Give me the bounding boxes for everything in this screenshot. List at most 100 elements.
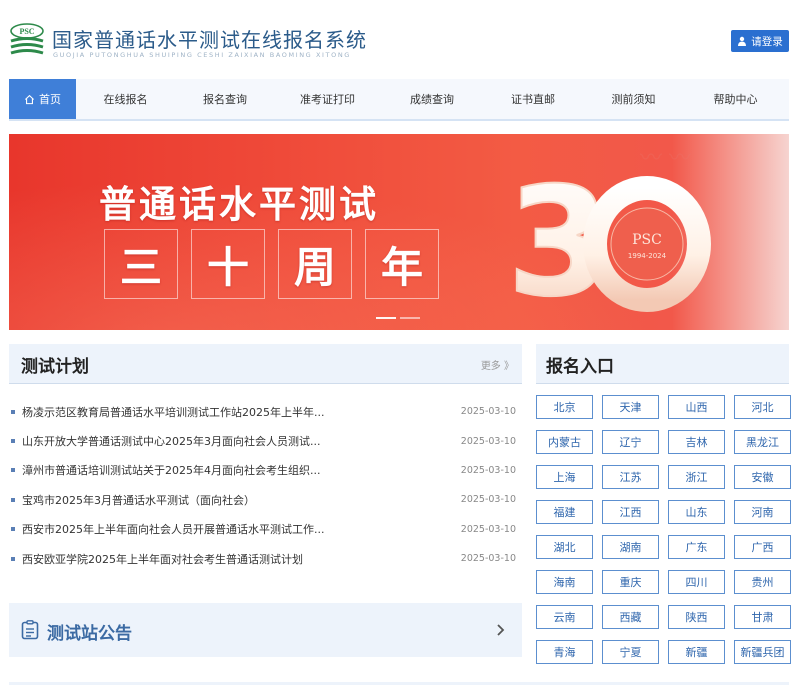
nav-label: 成绩查询 [410, 93, 454, 106]
plan-item-text: 宝鸡市2025年3月普通话水平测试（面向社会） [22, 493, 255, 507]
plan-item-text: 西安市2025年上半年面向社会人员开展普通话水平测试工作... [22, 523, 325, 537]
nav-item-home[interactable]: 首页 [9, 79, 76, 119]
banner-char: 十 [191, 229, 265, 299]
region-button[interactable]: 河北 [734, 395, 791, 419]
login-label: 请登录 [751, 35, 783, 48]
pager-dot[interactable] [376, 317, 396, 319]
notice-title: 测试站公告 [47, 624, 132, 644]
plan-item-text: 山东开放大学普通话测试中心2025年3月面向社会人员测试... [22, 435, 321, 449]
plan-item-date: 2025-03-10 [460, 464, 516, 476]
nav-item-certificate-mail[interactable]: 证书直邮 [484, 79, 582, 119]
region-button[interactable]: 山西 [668, 395, 725, 419]
nav-item-online-registration[interactable]: 在线报名 [76, 79, 175, 119]
region-button[interactable]: 黑龙江 [734, 430, 791, 454]
thirty-anniversary-graphic: 3 PSC 1994-2024 [506, 166, 711, 316]
nav-label: 测前须知 [611, 93, 656, 106]
psc-logo[interactable]: PSC [8, 22, 46, 60]
region-button[interactable]: 江西 [602, 500, 659, 524]
plan-item-date: 2025-03-10 [460, 406, 516, 418]
banner-char: 周 [278, 229, 352, 299]
region-button[interactable]: 新疆兵团 [734, 640, 791, 664]
bullet-icon [11, 527, 15, 532]
nav-label: 报名查询 [203, 93, 247, 106]
document-icon [21, 620, 39, 640]
banner-title: 普通话水平测试 [99, 182, 379, 226]
region-button[interactable]: 西藏 [602, 605, 659, 629]
region-button[interactable]: 青海 [536, 640, 593, 664]
region-button[interactable]: 安徽 [734, 465, 791, 489]
region-button[interactable]: 宁夏 [602, 640, 659, 664]
region-button[interactable]: 广东 [668, 535, 725, 559]
region-button[interactable]: 河南 [734, 500, 791, 524]
plan-item-date: 2025-03-10 [460, 523, 516, 535]
plan-item-text: 漳州市普通话培训测试站关于2025年4月面向社会考生组织... [22, 464, 321, 478]
plan-item-date: 2025-03-10 [460, 553, 516, 565]
region-button[interactable]: 福建 [536, 500, 593, 524]
nav-item-score-query[interactable]: 成绩查询 [380, 79, 484, 119]
list-item[interactable]: 杨凌示范区教育局普通话水平培训测试工作站2025年上半年... 2025-03-1… [9, 397, 522, 426]
list-item[interactable]: 漳州市普通话培训测试站关于2025年4月面向社会考生组织... 2025-03-1… [9, 456, 522, 485]
list-item[interactable]: 西安欧亚学院2025年上半年面对社会考生普通话测试计划 2025-03-10 [9, 544, 522, 573]
home-icon [24, 94, 35, 104]
chevron-right-icon [497, 624, 505, 636]
region-button[interactable]: 贵州 [734, 570, 791, 594]
site-header: PSC 国家普通话水平测试在线报名系统 GUOJIA PUTONGHUA SHU… [0, 0, 800, 72]
region-button[interactable]: 重庆 [602, 570, 659, 594]
plan-title: 测试计划 [21, 357, 89, 377]
nav-item-admission-ticket[interactable]: 准考证打印 [275, 79, 380, 119]
region-button[interactable]: 北京 [536, 395, 593, 419]
login-button[interactable]: 请登录 [731, 30, 789, 52]
region-button[interactable]: 内蒙古 [536, 430, 593, 454]
region-button[interactable]: 湖南 [602, 535, 659, 559]
list-item[interactable]: 山东开放大学普通话测试中心2025年3月面向社会人员测试... 2025-03-1… [9, 426, 522, 455]
region-button[interactable]: 广西 [734, 535, 791, 559]
banner-subtitle: 三 十 周 年 [104, 229, 439, 299]
bullet-icon [11, 556, 15, 561]
nav-item-registration-query[interactable]: 报名查询 [175, 79, 275, 119]
pager-dot[interactable] [400, 317, 420, 319]
nav-label: 首页 [39, 93, 61, 106]
region-button[interactable]: 甘肃 [734, 605, 791, 629]
badge-text: PSC [632, 232, 662, 248]
more-link[interactable]: 更多 》 [481, 357, 514, 372]
badge-years: 1994-2024 [628, 252, 667, 260]
region-button[interactable]: 四川 [668, 570, 725, 594]
user-icon [738, 36, 747, 46]
nav-label: 在线报名 [103, 93, 148, 106]
nav-item-help-center[interactable]: 帮助中心 [685, 79, 786, 119]
region-button[interactable]: 新疆 [668, 640, 725, 664]
nav-label: 准考证打印 [300, 93, 355, 106]
region-button[interactable]: 山东 [668, 500, 725, 524]
registration-title: 报名入口 [546, 357, 614, 377]
region-button[interactable]: 浙江 [668, 465, 725, 489]
region-button[interactable]: 江苏 [602, 465, 659, 489]
plan-item-text: 西安欧亚学院2025年上半年面对社会考生普通话测试计划 [22, 552, 303, 566]
banner-char: 三 [104, 229, 178, 299]
site-subtitle: GUOJIA PUTONGHUA SHUIPING CESHI ZAIXIAN … [53, 51, 351, 59]
region-grid: 北京 天津 山西 河北内蒙古 辽宁 吉林 黑龙江上海 江苏 浙江 安徽福建 江西 山东 河南湖北 湖南 广东… [536, 395, 791, 664]
banner-pager [376, 317, 420, 319]
list-item[interactable]: 西安市2025年上半年面向社会人员开展普通话水平测试工作... 2025-03-1… [9, 515, 522, 544]
site-title: 国家普通话水平测试在线报名系统 [52, 28, 367, 52]
station-notice-bar[interactable]: 测试站公告 [9, 603, 522, 657]
bullet-icon [11, 439, 15, 444]
region-button[interactable]: 辽宁 [602, 430, 659, 454]
region-button[interactable]: 天津 [602, 395, 659, 419]
region-button[interactable]: 陕西 [668, 605, 725, 629]
plan-item-date: 2025-03-10 [460, 494, 516, 506]
region-button[interactable]: 云南 [536, 605, 593, 629]
nav-label: 帮助中心 [713, 93, 758, 106]
nav-label: 证书直邮 [511, 93, 555, 106]
plan-item-date: 2025-03-10 [460, 435, 516, 447]
nav-item-pre-test-notes[interactable]: 测前须知 [582, 79, 685, 119]
list-item[interactable]: 宝鸡市2025年3月普通话水平测试（面向社会） 2025-03-10 [9, 485, 522, 514]
region-button[interactable]: 海南 [536, 570, 593, 594]
plan-item-text: 杨凌示范区教育局普通话水平培训测试工作站2025年上半年... [22, 405, 325, 419]
plan-list: 杨凌示范区教育局普通话水平培训测试工作站2025年上半年... 2025-03-1… [9, 397, 522, 573]
region-button[interactable]: 上海 [536, 465, 593, 489]
registration-panel-header: 报名入口 [536, 344, 789, 384]
banner-char: 年 [365, 229, 439, 299]
bullet-icon [11, 497, 15, 502]
region-button[interactable]: 湖北 [536, 535, 593, 559]
region-button[interactable]: 吉林 [668, 430, 725, 454]
